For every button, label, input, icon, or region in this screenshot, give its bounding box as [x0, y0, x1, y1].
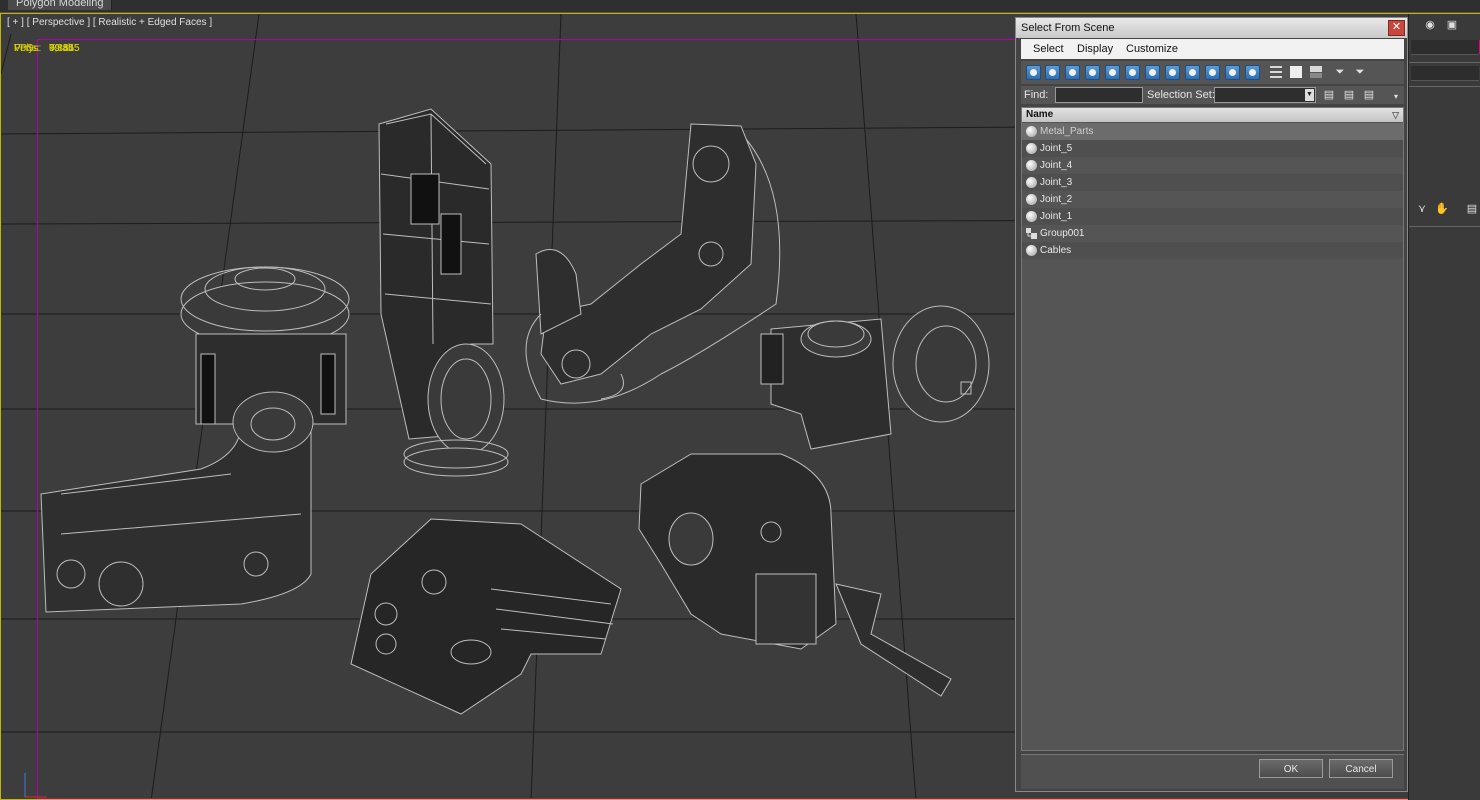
display-spacewarps-icon[interactable] [1125, 65, 1140, 80]
sphere-icon [1026, 194, 1037, 205]
panel-divider [1409, 226, 1480, 227]
filter-icon[interactable]: ⏷ [1333, 65, 1347, 79]
polygon-modeling-tab[interactable]: Polygon Modeling [8, 0, 113, 10]
fps-value: 6,384 [49, 43, 75, 54]
top-ribbon: Polygon Modeling [0, 0, 1480, 13]
display-hidden-icon[interactable] [1245, 65, 1260, 80]
sphere-icon [1026, 177, 1037, 188]
find-row: Find: Selection Set: ▼ ▤ ▤ ▤ ▾ [1021, 86, 1404, 104]
list-item[interactable]: Cables [1022, 242, 1403, 259]
cancel-button[interactable]: Cancel [1329, 759, 1393, 778]
select-none-icon[interactable] [1290, 66, 1302, 78]
list-item[interactable]: Metal_Parts [1022, 123, 1403, 140]
display-geometry-icon[interactable] [1026, 65, 1041, 80]
list-item[interactable]: Joint_2 [1022, 191, 1403, 208]
dialog-titlebar[interactable]: Select From Scene ✕ [1016, 18, 1407, 38]
expand-icon[interactable]: ▾ [1389, 90, 1403, 104]
select-all-icon[interactable] [1270, 66, 1282, 78]
sphere-icon [1026, 211, 1037, 222]
menu-customize[interactable]: Customize [1121, 39, 1183, 59]
list-item[interactable]: Joint_1 [1022, 208, 1403, 225]
panel-divider [1409, 86, 1480, 87]
list-item[interactable]: Joint_5 [1022, 140, 1403, 157]
panel-divider [1409, 62, 1480, 63]
display-helpers-icon[interactable] [1105, 65, 1120, 80]
add-to-selection-set-icon[interactable]: ▤ [1342, 88, 1356, 102]
selection-set-dropdown[interactable]: ▼ [1214, 87, 1316, 103]
display-lights-icon[interactable] [1065, 65, 1080, 80]
filter-options-icon[interactable]: ⏷ [1353, 65, 1367, 79]
modifier-list[interactable] [1411, 66, 1479, 81]
sphere-icon [1026, 245, 1037, 256]
render-frame-icon[interactable]: ▣ [1445, 18, 1459, 32]
dialog-menubar: Select Display Customize [1021, 39, 1404, 59]
config-icon[interactable]: ▤ [1465, 202, 1479, 216]
list-item[interactable]: Joint_4 [1022, 157, 1403, 174]
name-column-header[interactable]: Name ▽ [1022, 108, 1403, 122]
dialog-footer: OK Cancel [1021, 754, 1404, 789]
display-xrefs-icon[interactable] [1165, 65, 1180, 80]
hand-icon[interactable]: ✋ [1435, 202, 1449, 216]
sphere-icon [1026, 160, 1037, 171]
list-item[interactable]: Joint_3 [1022, 174, 1403, 191]
chevron-down-icon: ▼ [1305, 89, 1314, 101]
find-input[interactable] [1055, 87, 1143, 103]
name-field[interactable] [1411, 40, 1479, 55]
select-invert-icon[interactable] [1310, 66, 1322, 78]
ok-button[interactable]: OK [1259, 759, 1323, 778]
viewport-label[interactable]: [ + ] [ Perspective ] [ Realistic + Edge… [7, 17, 212, 28]
remove-from-selection-set-icon[interactable]: ▤ [1362, 88, 1376, 102]
command-panel: ◉ ▣ ⋎ ✋ ▤ [1408, 14, 1480, 800]
close-icon[interactable]: ✕ [1388, 20, 1405, 36]
menu-select[interactable]: Select [1028, 39, 1069, 59]
sphere-icon [1026, 126, 1037, 137]
display-containers-icon[interactable] [1205, 65, 1220, 80]
selection-set-label: Selection Set: [1147, 89, 1215, 101]
list-item[interactable]: Group001 [1022, 225, 1403, 242]
group-icon [1026, 228, 1037, 239]
column-filter-icon[interactable]: ▽ [1392, 108, 1399, 122]
display-bones-icon[interactable] [1185, 65, 1200, 80]
display-frozen-icon[interactable] [1225, 65, 1240, 80]
render-setup-icon[interactable]: ◉ [1423, 18, 1437, 32]
sphere-icon [1026, 143, 1037, 154]
funnel-icon[interactable]: ⋎ [1415, 202, 1429, 216]
menu-display[interactable]: Display [1072, 39, 1118, 59]
select-from-scene-dialog: Select From Scene ✕ Select Display Custo… [1015, 17, 1408, 792]
dialog-toolbar: ⏷ ⏷ [1021, 61, 1404, 84]
display-shapes-icon[interactable] [1045, 65, 1060, 80]
create-selection-set-icon[interactable]: ▤ [1322, 88, 1336, 102]
find-label: Find: [1024, 89, 1049, 101]
scene-object-list[interactable]: Name ▽ Metal_Parts Joint_5 Joint_4 Joint… [1021, 107, 1404, 751]
dialog-title: Select From Scene [1021, 22, 1115, 34]
display-groups-icon[interactable] [1145, 65, 1160, 80]
fps-label: FPS: [14, 43, 37, 54]
display-cameras-icon[interactable] [1085, 65, 1100, 80]
axis-tripod-icon [24, 773, 47, 798]
